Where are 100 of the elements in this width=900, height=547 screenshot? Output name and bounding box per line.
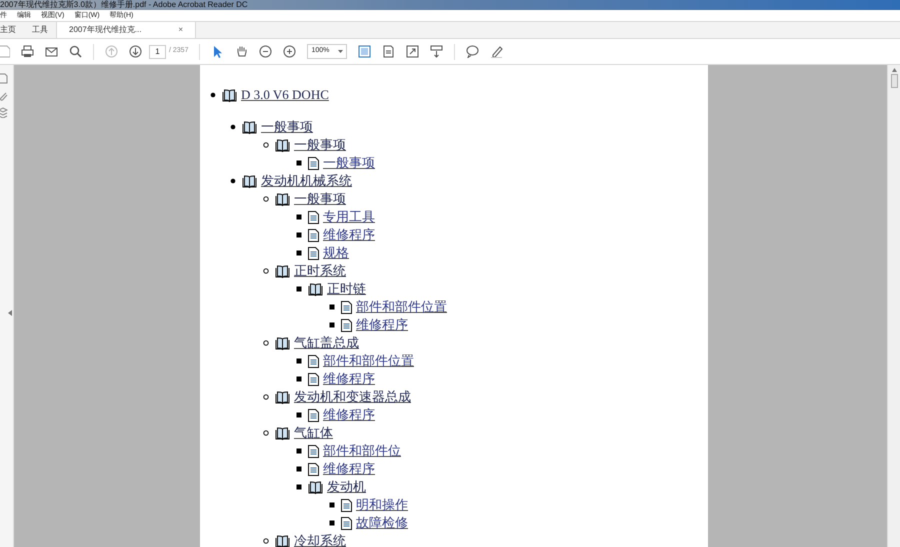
document-icon (341, 516, 352, 530)
document-icon (308, 444, 319, 458)
outline-link[interactable]: 部件和部件位置 (323, 353, 414, 369)
outline-link[interactable]: D 3.0 V6 DOHC (241, 87, 329, 103)
book-icon (222, 88, 237, 102)
bullet-icon (329, 520, 335, 526)
document-icon (308, 354, 319, 368)
bullet-icon (263, 538, 269, 544)
bullet-icon (296, 286, 302, 292)
outline-link[interactable]: 一般事项 (323, 155, 375, 171)
outline-link[interactable]: 明和操作 (356, 497, 408, 513)
layers-icon[interactable] (0, 107, 8, 118)
outline-link[interactable]: 规格 (323, 245, 349, 261)
page-icon[interactable] (0, 73, 8, 84)
zoom-in-icon[interactable] (283, 45, 296, 58)
window-title: 2007年现代维拉克斯3.0款）维修手册.pdf - Adobe Acrobat Reader DC (0, 0, 248, 10)
outline-link[interactable]: 正时链 (327, 281, 366, 297)
bullet-icon (329, 322, 335, 328)
outline-link[interactable]: 一般事项 (261, 119, 313, 135)
document-icon (308, 228, 319, 242)
outline-link[interactable]: 一般事项 (294, 191, 346, 207)
outline-link[interactable]: 部件和部件位置 (356, 299, 447, 315)
outline-link[interactable]: 冷却系统 (294, 533, 346, 547)
document-icon (341, 318, 352, 332)
document-icon[interactable] (382, 45, 396, 58)
book-icon (242, 174, 257, 188)
outline-link[interactable]: 发动机机械系统 (261, 173, 352, 189)
page-number-field[interactable]: 1 (149, 44, 166, 58)
outline-link[interactable]: 维修程序 (356, 317, 408, 333)
bullet-icon (296, 376, 302, 382)
bullet-icon (329, 304, 335, 310)
outline-link[interactable]: 部件和部件位 (323, 443, 401, 459)
outline-link[interactable]: 正时系统 (294, 263, 346, 279)
bullet-icon (296, 232, 302, 238)
bullet-icon (263, 340, 269, 346)
bullet-icon (296, 160, 302, 166)
collapse-arrow-icon[interactable] (8, 310, 12, 316)
outline-link[interactable]: 一般事项 (294, 137, 346, 153)
fit-page-icon[interactable] (358, 45, 372, 58)
outline-link[interactable]: 维修程序 (323, 461, 375, 477)
document-icon (341, 498, 352, 512)
bullet-icon (263, 394, 269, 400)
document-icon (308, 372, 319, 386)
tab[interactable]: 主页 (0, 22, 24, 38)
outline-link[interactable]: 专用工具 (323, 209, 375, 225)
highlighter-icon[interactable] (490, 45, 504, 58)
pointer-icon[interactable] (211, 45, 224, 58)
bullet-icon (296, 448, 302, 454)
book-icon (242, 120, 257, 134)
close-icon[interactable]: × (178, 24, 183, 36)
document-icon (341, 300, 352, 314)
bullet-icon (263, 268, 269, 274)
bullet-icon (296, 214, 302, 220)
book-icon (275, 264, 290, 278)
caret-icon (338, 50, 344, 54)
zoom-out-icon[interactable] (259, 45, 272, 58)
book-icon (308, 282, 323, 296)
ruler-icon[interactable] (430, 45, 444, 58)
bullet-icon (329, 502, 335, 508)
scroll-up-icon[interactable] (892, 68, 896, 72)
fullscreen-icon[interactable] (406, 45, 420, 58)
bullet-icon (296, 484, 302, 490)
scroll-thumb[interactable] (890, 74, 898, 88)
book-icon (275, 336, 290, 350)
paperclip-icon[interactable] (0, 90, 8, 101)
outline-link[interactable]: 气缸体 (294, 425, 333, 441)
outline-link[interactable]: 发动机和变速器总成 (294, 389, 411, 405)
book-icon (308, 480, 323, 494)
book-icon (275, 426, 290, 440)
print-icon[interactable] (21, 45, 34, 58)
document-icon (308, 246, 319, 260)
outline-link[interactable]: 气缸盖总成 (294, 335, 359, 351)
comment-icon[interactable] (466, 45, 480, 58)
hand-icon[interactable] (235, 45, 248, 58)
search-icon[interactable] (69, 45, 82, 58)
bullet-icon (296, 412, 302, 418)
bullet-icon (230, 178, 236, 184)
bullet-icon (263, 142, 269, 148)
bullet-icon (263, 196, 269, 202)
bullet-icon (296, 466, 302, 472)
book-icon (275, 138, 290, 152)
outline-link[interactable]: 维修程序 (323, 371, 375, 387)
book-icon (275, 192, 290, 206)
bullet-icon (296, 250, 302, 256)
document-icon (308, 156, 319, 170)
scrollbar[interactable] (887, 65, 900, 547)
bullet-icon (296, 358, 302, 364)
bullet-icon (210, 92, 216, 98)
document-icon (308, 408, 319, 422)
outline-link[interactable]: 维修程序 (323, 407, 375, 423)
outline-link[interactable]: 发动机 (327, 479, 366, 495)
tab[interactable]: 工具 (24, 22, 56, 38)
outline-link[interactable]: 维修程序 (323, 227, 375, 243)
bullet-icon (263, 430, 269, 436)
mail-icon[interactable] (45, 45, 58, 58)
book-icon (275, 390, 290, 404)
outline-link[interactable]: 故障检修 (356, 515, 408, 531)
tab[interactable]: 2007年现代维拉克... × (56, 22, 196, 38)
bullet-icon (230, 124, 236, 130)
document-icon (308, 462, 319, 476)
